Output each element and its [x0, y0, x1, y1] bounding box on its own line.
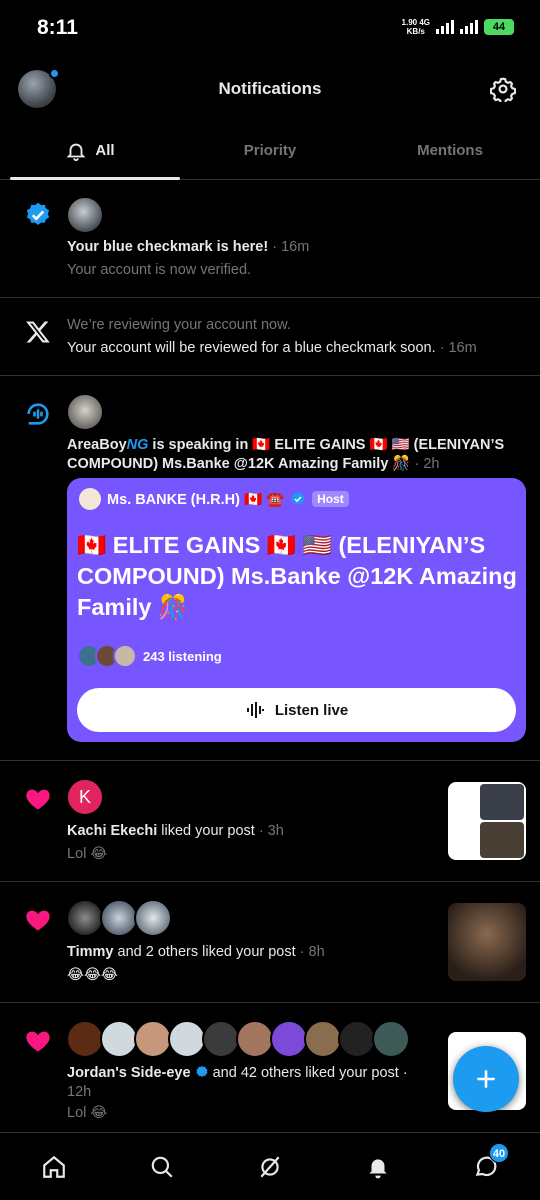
- nav-home[interactable]: [0, 1133, 108, 1200]
- notification-review[interactable]: We’re reviewing your account now. Your a…: [0, 298, 540, 376]
- avatar-group: [66, 196, 104, 234]
- review-line1: We’re reviewing your account now.: [67, 317, 291, 333]
- avatar[interactable]: K: [66, 778, 104, 816]
- listener-avatar: [113, 644, 137, 668]
- verified-badge-icon: [26, 202, 50, 225]
- home-icon: [43, 1155, 65, 1178]
- notification-verified[interactable]: Your blue checkmark is here! · 16m Your …: [0, 181, 540, 298]
- nav-search[interactable]: [108, 1133, 216, 1200]
- post-preview: Lol 😂: [67, 1105, 108, 1121]
- host-name: Ms. BANKE (H.R.H) 🇨🇦 ☎️: [107, 491, 285, 508]
- avatar[interactable]: [66, 393, 104, 431]
- avatar[interactable]: [134, 1020, 172, 1058]
- review-line2: Your account will be reviewed for a blue…: [67, 340, 477, 356]
- space-host: Ms. BANKE (H.R.H) 🇨🇦 ☎️ Host: [79, 488, 349, 510]
- space-card[interactable]: Ms. BANKE (H.R.H) 🇨🇦 ☎️ Host 🇨🇦 ELITE GA…: [67, 478, 526, 742]
- verified-icon: [291, 492, 305, 505]
- spaces-icon: [27, 403, 49, 425]
- tab-mentions-label: Mentions: [417, 142, 483, 159]
- avatar[interactable]: [66, 1020, 104, 1058]
- space-title: 🇨🇦 ELITE GAINS 🇨🇦 🇺🇸 (ELENIYAN’S COMPOUN…: [77, 532, 517, 620]
- tab-all[interactable]: All: [0, 122, 180, 180]
- avatar[interactable]: [202, 1020, 240, 1058]
- like-description: Timmy and 2 others liked your post · 8h: [67, 944, 325, 960]
- avatar[interactable]: [304, 1020, 342, 1058]
- host-avatar: [79, 488, 101, 510]
- plus-icon: [477, 1070, 495, 1088]
- avatar-group: [66, 393, 104, 431]
- audio-wave-icon: [246, 702, 264, 718]
- heart-icon: [26, 910, 50, 931]
- listen-live-button[interactable]: Listen live: [77, 688, 516, 732]
- bottom-nav: 40: [0, 1132, 540, 1200]
- avatar[interactable]: [270, 1020, 308, 1058]
- notification-like[interactable]: Timmy and 2 others liked your post · 8h …: [0, 882, 540, 1003]
- x-logo-icon: [26, 321, 50, 343]
- space-listeners: 243 listening: [77, 644, 222, 668]
- like-time: 12h: [67, 1084, 92, 1100]
- verified-icon: [196, 1065, 208, 1077]
- avatar-group: [66, 1020, 410, 1058]
- post-thumbnail[interactable]: [448, 903, 526, 981]
- listening-count: 243 listening: [143, 648, 222, 664]
- signal-icon: [436, 20, 454, 34]
- top-header: Notifications: [0, 56, 540, 122]
- page-title: Notifications: [218, 79, 322, 98]
- battery-icon: 44: [484, 19, 514, 35]
- avatar[interactable]: [236, 1020, 274, 1058]
- post-preview: 😂😂😂: [67, 967, 118, 983]
- notification-tabs: All Priority Mentions: [0, 122, 540, 180]
- host-badge: Host: [312, 491, 349, 507]
- network-speed: 1.90 4G KB/s: [401, 18, 430, 36]
- heart-icon: [26, 1031, 50, 1052]
- like-description: Kachi Ekechi liked your post · 3h: [67, 823, 284, 839]
- search-icon: [151, 1156, 173, 1178]
- notification-like[interactable]: K Kachi Ekechi liked your post · 3h Lol …: [0, 761, 540, 882]
- listen-live-label: Listen live: [274, 701, 349, 719]
- status-bar: 8:11 1.90 4G KB/s 44: [0, 0, 540, 56]
- avatar[interactable]: [100, 1020, 138, 1058]
- grok-icon: [260, 1156, 280, 1177]
- avatar-group: K: [66, 778, 104, 816]
- status-icons: 1.90 4G KB/s 44: [402, 18, 514, 36]
- messages-badge: 40: [489, 1143, 509, 1163]
- nav-messages[interactable]: 40: [432, 1133, 540, 1200]
- tab-mentions[interactable]: Mentions: [360, 122, 540, 179]
- verified-subtitle: Your account is now verified.: [67, 262, 252, 278]
- space-description: AreaBoyNG is speaking in 🇨🇦 ELITE GAINS …: [67, 437, 505, 472]
- nav-notifications[interactable]: [324, 1133, 432, 1200]
- like-description: Jordan's Side-eye and 42 others liked yo…: [67, 1065, 408, 1081]
- unread-dot: [49, 68, 60, 79]
- avatar[interactable]: [66, 196, 104, 234]
- post-preview: Lol 😂: [67, 846, 108, 862]
- avatar[interactable]: [338, 1020, 376, 1058]
- avatar[interactable]: [168, 1020, 206, 1058]
- avatar[interactable]: [134, 899, 172, 937]
- bell-icon: [66, 143, 86, 161]
- heart-icon: [26, 789, 50, 810]
- compose-button[interactable]: [453, 1046, 519, 1112]
- avatar[interactable]: [100, 899, 138, 937]
- gear-icon[interactable]: [490, 76, 516, 102]
- post-thumbnail[interactable]: [448, 782, 526, 860]
- avatar[interactable]: [66, 899, 104, 937]
- verified-title: Your blue checkmark is here! · 16m: [67, 239, 310, 255]
- avatar-group: [66, 899, 172, 937]
- nav-grok[interactable]: [216, 1133, 324, 1200]
- tab-all-label: All: [95, 142, 115, 159]
- tab-priority-label: Priority: [243, 142, 297, 159]
- status-time: 8:11: [37, 16, 78, 39]
- signal-icon-2: [460, 20, 478, 34]
- avatar[interactable]: [372, 1020, 410, 1058]
- bell-filled-icon: [369, 1158, 387, 1178]
- tab-priority[interactable]: Priority: [180, 122, 360, 179]
